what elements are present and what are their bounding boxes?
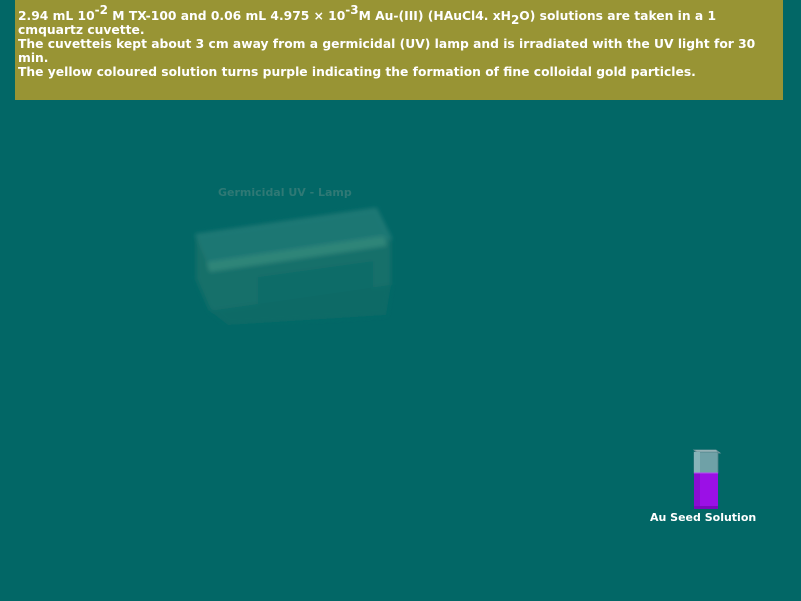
instruction-text: M TX-100 and 0.06 mL 4.975 × 10 xyxy=(108,9,346,23)
lamp-housing xyxy=(194,208,393,325)
instruction-text: M Au-(III) (HAuCl4. xH xyxy=(358,9,511,23)
instruction-panel: 2.94 mL 10-2 M TX-100 and 0.06 mL 4.975 … xyxy=(15,0,783,100)
instruction-line-3: The cuvetteis kept about 3 cm away from … xyxy=(18,37,756,65)
exponent: -3 xyxy=(345,3,359,17)
cuvette xyxy=(692,449,722,509)
uv-lamp xyxy=(194,208,393,325)
instruction-text: 2.94 mL 10 xyxy=(18,9,95,23)
simulation-stage: 2.94 mL 10-2 M TX-100 and 0.06 mL 4.975 … xyxy=(0,0,801,601)
lamp-label: Germicidal UV - Lamp xyxy=(218,186,352,199)
subscript: 2 xyxy=(510,13,520,27)
exponent: -2 xyxy=(94,3,109,17)
instruction-line-1: 2.94 mL 10-2 M TX-100 and 0.06 mL 4.975 … xyxy=(18,4,779,26)
instruction-line-2: cmquartz cuvette. xyxy=(18,23,145,37)
instruction-text: O) solutions are taken in a 1 xyxy=(519,9,717,23)
instruction-line-4: The yellow coloured solution turns purpl… xyxy=(18,65,696,79)
cuvette-label: Au Seed Solution xyxy=(650,511,757,524)
